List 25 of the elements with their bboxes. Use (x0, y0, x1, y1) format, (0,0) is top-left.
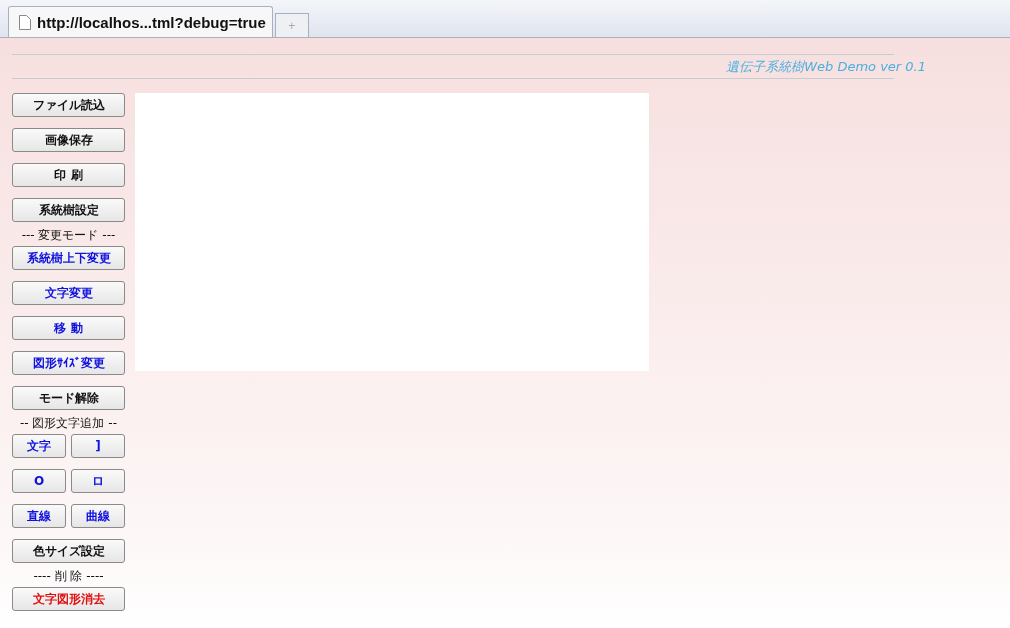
browser-tab[interactable]: http://localhos...tml?debug=true (8, 6, 273, 37)
drawing-canvas[interactable] (135, 93, 649, 371)
tool-button[interactable]: O (12, 469, 66, 493)
page-icon (19, 14, 31, 30)
sidebar-button[interactable]: 文字図形消去 (12, 587, 125, 611)
sidebar-button[interactable]: 系統樹設定 (12, 198, 125, 222)
tab-title: http://localhos...tml?debug=true (37, 13, 266, 31)
sidebar-button[interactable]: 色サイズ設定 (12, 539, 125, 563)
section-heading: ---- 削 除 ---- (32, 568, 105, 583)
sidebar-button[interactable]: 系統樹上下変更 (12, 246, 125, 270)
section-heading: -- 図形文字追加 -- (19, 415, 118, 430)
sidebar-button[interactable]: ファイル読込 (12, 93, 125, 117)
tool-button[interactable]: ロ (71, 469, 125, 493)
section-heading: --- 変更モード --- (20, 227, 117, 242)
sidebar-button[interactable]: 画像保存 (12, 128, 125, 152)
sidebar-button[interactable]: モード解除 (12, 386, 125, 410)
tool-button[interactable]: 曲線 (71, 504, 125, 528)
sidebar-button[interactable]: 移 動 (12, 316, 125, 340)
sidebar-button[interactable]: 印 刷 (12, 163, 125, 187)
tool-button[interactable]: 直線 (12, 504, 66, 528)
tool-button[interactable]: ] (71, 434, 125, 458)
sidebar-button[interactable]: 図形ｻｲｽﾞ変更 (12, 351, 125, 375)
tool-button[interactable]: 文字 (12, 434, 66, 458)
app-title: 遺伝子系統樹Web Demo ver 0.1 (726, 57, 926, 76)
sidebar-button[interactable]: 文字変更 (12, 281, 125, 305)
